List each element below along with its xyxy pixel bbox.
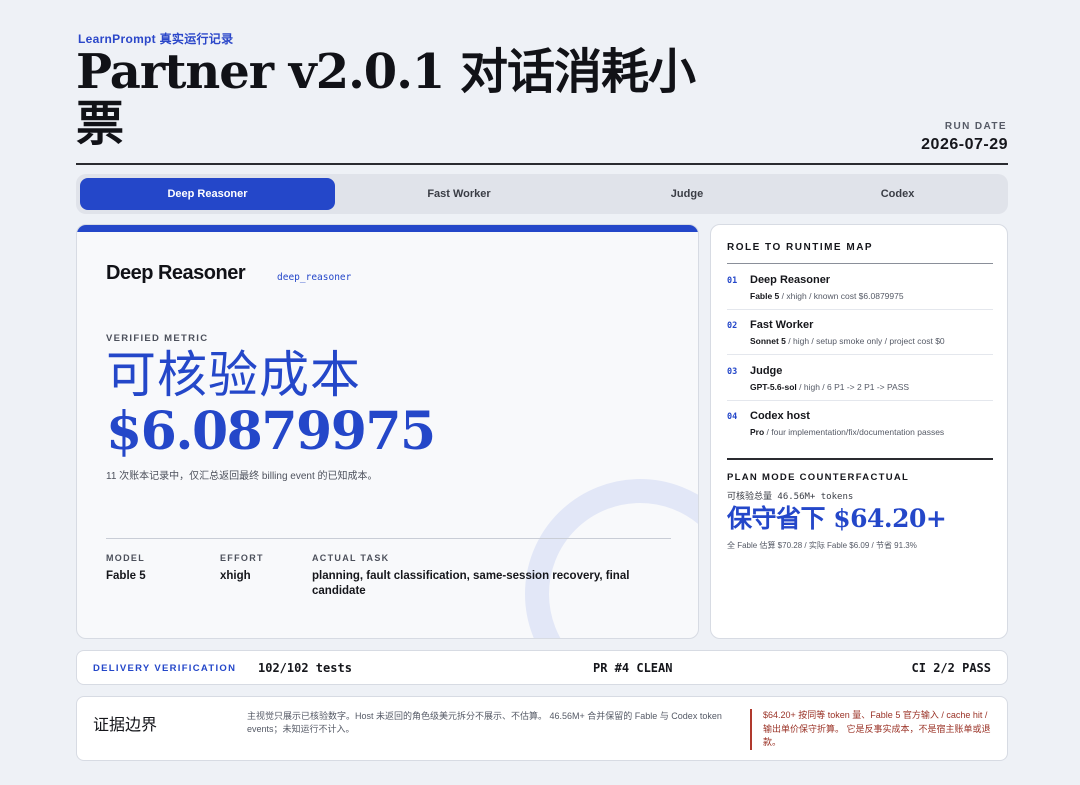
tab-judge[interactable]: Judge (583, 178, 791, 210)
role-item: 01 Deep Reasoner Fable 5 / xhigh / known… (727, 264, 993, 310)
metric-label: VERIFIED METRIC (106, 333, 209, 344)
evidence-boundary-card: 证据边界 主视觉只展示已核验数字。Host 未返回的角色级美元拆分不展示、不估算… (76, 696, 1008, 761)
role-name: Codex host (750, 410, 810, 422)
metric-value: $6.0879975 (106, 401, 436, 462)
pr-status: PR #4 CLEAN (593, 661, 673, 675)
role-description: Pro / four implementation/fix/documentat… (750, 427, 944, 437)
role-name: Deep Reasoner (750, 274, 831, 286)
role-model: Sonnet 5 (750, 336, 786, 346)
header-divider (76, 163, 1008, 165)
role-description: GPT-5.6-sol / high / 6 P1 -> 2 P1 -> PAS… (750, 382, 909, 392)
run-date-label: RUN DATE (944, 121, 1007, 132)
page-title: Partner v2.0.1 对话消耗小票 (76, 44, 696, 152)
role-number: 02 (727, 321, 738, 331)
plan-mode-heading: PLAN MODE COUNTERFACTUAL (727, 472, 910, 483)
role-detail: / four implementation/fix/documentation … (764, 427, 945, 437)
role-title: Deep Reasoner (106, 262, 246, 284)
delivery-verification-bar: DELIVERY VERIFICATION 102/102 tests PR #… (76, 650, 1008, 685)
metric-title: 可核验成本 (106, 346, 361, 404)
delivery-label: DELIVERY VERIFICATION (93, 663, 237, 674)
role-detail-card: Deep Reasoner deep_reasoner VERIFIED MET… (76, 224, 699, 639)
run-date: 2026-07-29 (921, 136, 1008, 153)
evidence-warning: $64.20+ 按同等 token 量、Fable 5 官方输入 / cache… (750, 709, 995, 750)
decorative-ring (525, 479, 698, 638)
tab-codex[interactable]: Codex (791, 178, 1004, 210)
tests-status: 102/102 tests (258, 661, 352, 675)
role-description: Fable 5 / xhigh / known cost $6.0879975 (750, 291, 904, 301)
runtime-map-card: ROLE TO RUNTIME MAP 01 Deep Reasoner Fab… (710, 224, 1008, 639)
tab-fast-worker[interactable]: Fast Worker (335, 178, 583, 210)
role-key: deep_reasoner (277, 272, 352, 283)
ci-status: CI 2/2 PASS (911, 661, 991, 675)
role-model: Fable 5 (750, 291, 780, 301)
runtime-map-heading: ROLE TO RUNTIME MAP (727, 242, 874, 253)
plan-mode-savings: 保守省下 $64.20+ (727, 504, 947, 533)
role-description: Sonnet 5 / high / setup smoke only / pro… (750, 336, 945, 346)
plan-mode-total: 可核验总量 46.56M+ tokens (727, 492, 854, 502)
tab-deep-reasoner[interactable]: Deep Reasoner (80, 178, 335, 210)
metric-note: 11 次账本记录中，仅汇总返回最终 billing event 的已知成本。 (106, 471, 378, 482)
card-divider (106, 538, 671, 539)
evidence-title: 证据边界 (93, 715, 158, 734)
card-accent-bar (77, 225, 698, 232)
model-value: Fable 5 (106, 570, 146, 582)
plan-mode-rule (727, 458, 993, 460)
role-name: Fast Worker (750, 319, 814, 331)
task-label: ACTUAL TASK (312, 553, 390, 563)
role-tabs: Deep Reasoner Fast Worker Judge Codex (76, 174, 1008, 214)
effort-value: xhigh (220, 570, 251, 582)
role-item: 03 Judge GPT-5.6-sol / high / 6 P1 -> 2 … (727, 355, 993, 401)
role-name: Judge (750, 365, 783, 377)
role-number: 03 (727, 367, 738, 377)
role-model: Pro (750, 427, 765, 437)
role-number: 01 (727, 276, 738, 286)
effort-label: EFFORT (220, 553, 264, 563)
plan-mode-note: 全 Fable 估算 $70.28 / 实际 Fable $6.09 / 节省 … (727, 541, 917, 550)
role-item: 04 Codex host Pro / four implementation/… (727, 400, 993, 446)
evidence-text: 主视觉只展示已核验数字。Host 未返回的角色级美元拆分不展示、不估算。 46.… (247, 711, 722, 734)
role-detail: / high / setup smoke only / project cost… (785, 336, 945, 346)
model-label: MODEL (106, 553, 145, 563)
role-detail: / high / 6 P1 -> 2 P1 -> PASS (796, 382, 910, 392)
task-value: planning, fault classification, same-ses… (312, 570, 630, 597)
role-item: 02 Fast Worker Sonnet 5 / high / setup s… (727, 309, 993, 355)
role-model: GPT-5.6-sol (750, 382, 797, 392)
role-number: 04 (727, 412, 738, 422)
role-detail: / xhigh / known cost $6.0879975 (779, 291, 904, 301)
